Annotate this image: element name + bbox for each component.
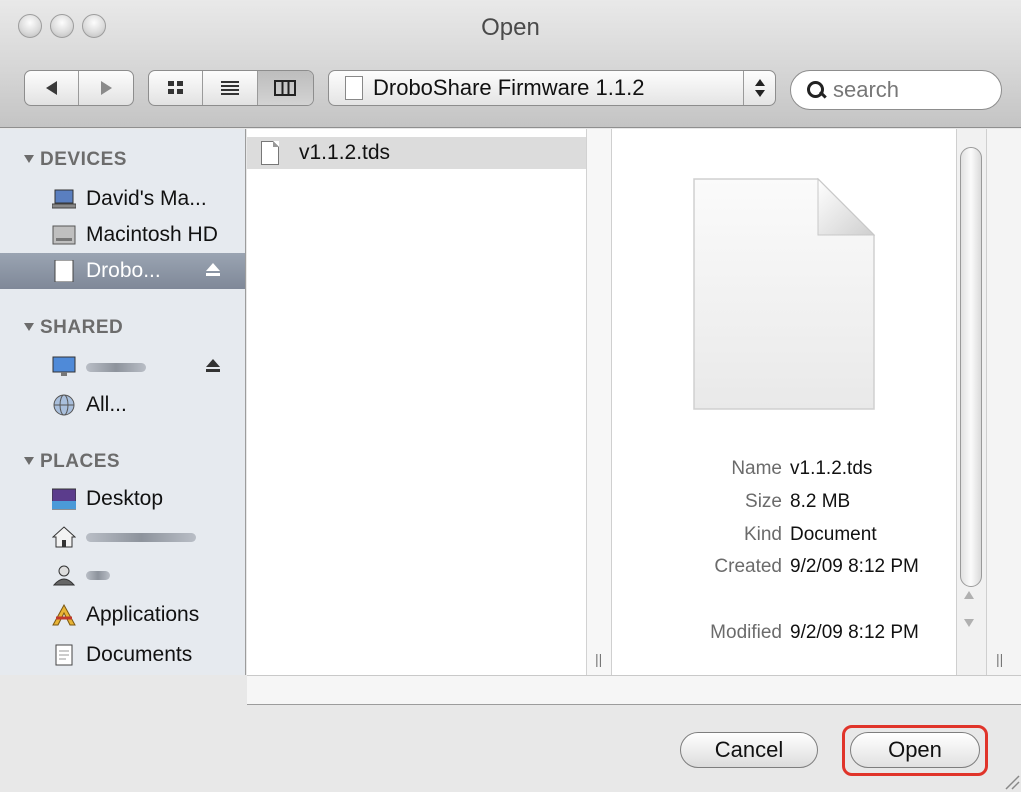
open-button-highlight [842, 725, 988, 776]
sidebar-item-all[interactable]: All... [0, 387, 245, 423]
horizontal-scrollbar[interactable] [247, 675, 1021, 705]
disclosure-triangle-icon [24, 155, 34, 163]
network-globe-icon [52, 394, 76, 416]
resize-grip-icon[interactable] [1000, 770, 1020, 790]
sidebar-item-desktop[interactable]: Desktop [0, 481, 245, 517]
laptop-icon [51, 188, 77, 210]
sidebar-item-drobo[interactable]: Drobo... [0, 253, 245, 289]
sidebar-item-label: David's Ma... [86, 187, 207, 210]
file-column: v1.1.2.tds [247, 129, 587, 675]
search-input[interactable] [833, 77, 983, 103]
file-name: v1.1.2.tds [299, 141, 391, 164]
list-view-icon [221, 81, 240, 95]
back-button[interactable] [25, 71, 80, 105]
home-icon [51, 526, 77, 548]
folder-document-icon [345, 76, 363, 100]
scroll-down-arrow-icon[interactable] [964, 619, 974, 627]
back-arrow-icon [46, 81, 57, 95]
hard-drive-icon [52, 224, 76, 246]
forward-arrow-icon [100, 81, 112, 95]
preview-created-value: 9/2/09 8:12 PM [790, 556, 919, 577]
list-view-button[interactable] [203, 71, 258, 105]
document-icon [261, 141, 279, 165]
sidebar-item-label: All... [86, 393, 127, 416]
sidebar-section-shared[interactable]: SHARED [24, 317, 123, 339]
sidebar-section-places[interactable]: PLACES [24, 451, 120, 473]
redacted-name [86, 532, 196, 542]
applications-icon [52, 603, 76, 626]
sidebar-item-documents[interactable]: Documents [0, 637, 245, 673]
sidebar-item-label: Documents [86, 643, 193, 666]
disclosure-triangle-icon [24, 457, 34, 465]
monitor-icon [52, 356, 76, 378]
desktop-icon [51, 488, 77, 510]
preview-kind-value: Document [790, 524, 877, 545]
scrollbar-thumb[interactable] [960, 147, 982, 587]
search-icon [807, 81, 825, 99]
preview-size-value: 8.2 MB [790, 491, 851, 512]
sidebar-item-home[interactable] [0, 519, 245, 555]
cancel-button[interactable]: Cancel [680, 732, 818, 768]
icon-view-button[interactable] [149, 71, 204, 105]
column-view-button[interactable] [257, 71, 313, 105]
toolbar: Open DroboShare Firmware 1.1.2 search [0, 0, 1021, 128]
sidebar-item-applications[interactable]: Applications [0, 597, 245, 633]
external-drive-icon [52, 259, 76, 283]
disclosure-triangle-icon [24, 323, 34, 331]
forward-button[interactable] [79, 71, 133, 105]
redacted-name [86, 362, 146, 372]
scroll-up-arrow-icon[interactable] [964, 591, 974, 599]
column-resize-grip-icon[interactable]: || [996, 651, 1003, 667]
popup-arrows-icon [743, 71, 775, 105]
sidebar-item-user[interactable] [0, 557, 245, 593]
sidebar-section-devices[interactable]: DEVICES [24, 149, 127, 171]
sidebar: DEVICES David's Ma... Macintosh HD Drobo… [0, 129, 246, 675]
sidebar-item-computer[interactable]: David's Ma... [0, 181, 245, 217]
icon-view-icon [167, 81, 183, 94]
documents-icon [52, 644, 76, 666]
location-popup[interactable]: DroboShare Firmware 1.1.2 [328, 70, 776, 106]
preview-pane: Name v1.1.2.tds Size 8.2 MB Kind Documen… [612, 129, 956, 675]
column-divider[interactable]: || [587, 129, 612, 675]
view-mode-control [148, 70, 314, 106]
preview-modified-value: 9/2/09 8:12 PM [790, 622, 919, 643]
column-divider[interactable]: || [986, 129, 1021, 675]
column-resize-grip-icon[interactable]: || [595, 651, 602, 667]
sidebar-item-label: Desktop [86, 487, 164, 510]
file-row[interactable]: v1.1.2.tds [247, 137, 586, 169]
document-preview-icon [693, 177, 876, 410]
location-label: DroboShare Firmware 1.1.2 [373, 75, 645, 100]
window-title: Open [481, 14, 540, 41]
eject-icon[interactable] [204, 359, 222, 375]
sidebar-item-label: Macintosh HD [86, 223, 218, 246]
sidebar-item-label: Drobo... [86, 259, 161, 282]
user-icon [52, 564, 76, 586]
preview-name-value: v1.1.2.tds [790, 458, 873, 479]
back-forward-control [24, 70, 134, 106]
sidebar-item-macintosh-hd[interactable]: Macintosh HD [0, 217, 245, 253]
open-dialog: Open DroboShare Firmware 1.1.2 search DE… [0, 0, 1021, 792]
sidebar-item-label: Applications [86, 603, 200, 626]
vertical-scrollbar[interactable] [956, 129, 986, 675]
column-view-icon [274, 80, 297, 96]
sidebar-item-shared-computer[interactable] [0, 349, 245, 385]
eject-icon[interactable] [204, 263, 222, 279]
search-field [790, 70, 1002, 110]
redacted-name [86, 570, 110, 580]
